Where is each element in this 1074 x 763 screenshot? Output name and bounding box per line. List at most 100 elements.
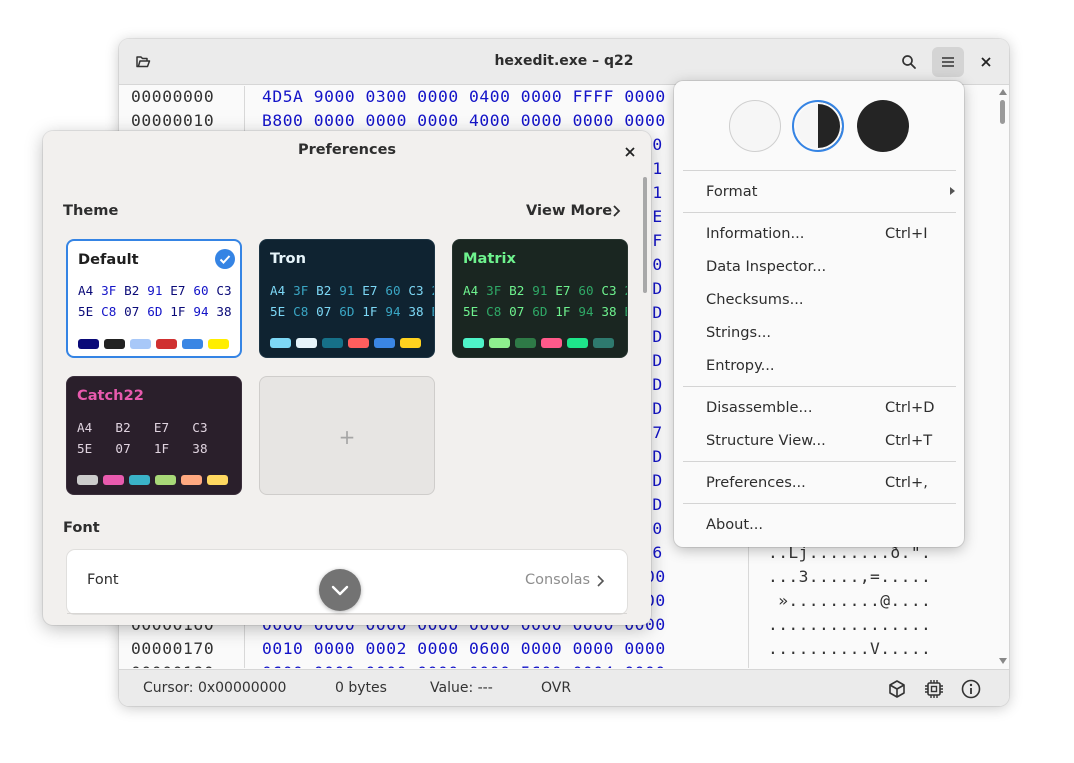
hex-byte: C8: [486, 304, 502, 319]
close-icon[interactable]: [620, 142, 640, 162]
hex-byte: 2A: [624, 283, 627, 298]
theme-card-catch22[interactable]: Catch22 A4 B2 E7 C3 5E 07 1F 38: [66, 376, 242, 495]
chevron-right-icon[interactable]: [610, 204, 622, 218]
color-swatch: [182, 339, 203, 349]
search-button[interactable]: [893, 47, 925, 77]
ascii-row[interactable]: ................: [768, 615, 931, 634]
theme-light-button[interactable]: [729, 100, 781, 152]
hex-byte: 38: [408, 304, 424, 319]
preferences-scroll-thumb[interactable]: [643, 177, 647, 293]
color-swatch: [541, 338, 562, 348]
ascii-row[interactable]: ».........@....: [768, 591, 931, 610]
view-more-link[interactable]: View More: [526, 202, 612, 219]
cursor-status: Cursor: 0x00000000: [143, 680, 287, 696]
color-swatch: [270, 338, 291, 348]
hex-byte: BB: [624, 304, 627, 319]
menu-item-data-inspector[interactable]: Data Inspector...: [706, 258, 826, 275]
hex-byte: 91: [532, 283, 548, 298]
hex-byte: E7: [153, 420, 170, 435]
shortcut-preferences: Ctrl+,: [885, 474, 928, 491]
hex-byte: C3: [216, 283, 232, 298]
vertical-scrollbar[interactable]: [996, 86, 1009, 668]
menu-item-strings[interactable]: Strings...: [706, 324, 771, 341]
color-swatch: [155, 475, 176, 485]
hex-byte: 3F: [293, 283, 309, 298]
cube-icon[interactable]: [886, 678, 908, 700]
hex-byte: 60: [385, 283, 401, 298]
menu-item-disassemble[interactable]: Disassemble...: [706, 399, 812, 416]
menu-item-preferences[interactable]: Preferences...: [706, 474, 806, 491]
hex-byte: A4: [463, 283, 479, 298]
menu-separator: [683, 212, 956, 213]
menu-separator: [683, 170, 956, 171]
hex-byte: 5E: [270, 304, 286, 319]
hex-byte: 2A: [239, 283, 240, 298]
ascii-row[interactable]: ...3.....,=.....: [768, 567, 931, 586]
hex-byte: C8: [101, 304, 117, 319]
hex-byte: 38: [601, 304, 617, 319]
add-theme-button[interactable]: +: [259, 376, 435, 495]
color-swatch: [78, 339, 99, 349]
bytes-status: 0 bytes: [335, 680, 387, 696]
theme-card-tron[interactable]: Tron A4 3F B2 91 E7 60 C3 2A 5E C8 07 6D…: [259, 239, 435, 358]
menu-item-structure-view[interactable]: Structure View...: [706, 432, 826, 449]
info-icon[interactable]: [960, 678, 982, 700]
menu-item-checksums[interactable]: Checksums...: [706, 291, 803, 308]
color-swatch: [156, 339, 177, 349]
color-swatch: [322, 338, 343, 348]
theme-sample-line-2: 5E C8 07 6D 1F 94 38 BB: [270, 304, 434, 319]
theme-sample-line-2: 5E C8 07 6D 1F 94 38 BB: [78, 304, 240, 319]
menu-item-entropy[interactable]: Entropy...: [706, 357, 775, 374]
theme-auto-button[interactable]: [792, 100, 844, 152]
hex-row[interactable]: 0600 0000 0000 0000 0000 5600 0004 0000: [262, 663, 666, 668]
color-swatch: [77, 475, 98, 485]
ascii-row[interactable]: ..........V.....: [768, 639, 931, 658]
color-swatch: [463, 338, 484, 348]
hex-byte: 1F: [170, 304, 186, 319]
scroll-down-arrow[interactable]: [999, 658, 1007, 664]
menu-separator: [683, 386, 956, 387]
menu-item-information[interactable]: Information...: [706, 225, 804, 242]
theme-card-default[interactable]: Default A4 3F B2 91 E7 60 C3 2A 5E C8 07…: [66, 239, 242, 358]
hex-byte: 07: [124, 304, 140, 319]
theme-card-matrix[interactable]: Matrix A4 3F B2 91 E7 60 C3 2A 5E C8 07 …: [452, 239, 628, 358]
close-window-button[interactable]: [970, 47, 1002, 77]
hex-byte: 60: [578, 283, 594, 298]
font-section-title: Font: [63, 519, 100, 536]
scroll-thumb[interactable]: [1000, 100, 1005, 124]
hex-byte: 6D: [147, 304, 163, 319]
status-bar: Cursor: 0x00000000 0 bytes Value: --- OV…: [119, 669, 1009, 706]
color-swatch: [207, 475, 228, 485]
theme-dark-button[interactable]: [857, 100, 909, 152]
color-swatch: [567, 338, 588, 348]
hex-byte: 91: [339, 283, 355, 298]
hex-byte: 07: [316, 304, 332, 319]
hex-byte: 1F: [362, 304, 378, 319]
offset-cell: 00000180: [131, 663, 214, 668]
hex-byte: 1F: [153, 441, 170, 456]
theme-card-name: Tron: [270, 250, 306, 267]
hex-byte: 3F: [486, 283, 502, 298]
hex-row[interactable]: 4D5A 9000 0300 0000 0400 0000 FFFF 0000: [262, 87, 666, 106]
preferences-header: Preferences: [43, 131, 651, 173]
menu-item-format[interactable]: Format: [706, 183, 757, 200]
scroll-up-arrow[interactable]: [999, 89, 1007, 95]
hex-byte: C3: [601, 283, 617, 298]
offset-cell: 00000170: [131, 639, 215, 658]
theme-sample-line-2: 5E 07 1F 38: [77, 441, 208, 456]
main-menu-button[interactable]: [932, 47, 964, 77]
color-swatch: [104, 339, 125, 349]
mode-status[interactable]: OVR: [541, 680, 571, 696]
window-title: hexedit.exe – q22: [494, 53, 634, 69]
chevron-down-icon: [331, 585, 349, 596]
theme-card-name: Matrix: [463, 250, 516, 267]
hex-row[interactable]: 0010 0000 0002 0000 0600 0000 0000 0000: [262, 639, 666, 658]
hex-byte: E7: [555, 283, 571, 298]
close-icon: [981, 57, 991, 67]
hex-byte: B2: [115, 420, 131, 435]
menu-item-about[interactable]: About...: [706, 516, 763, 533]
chip-icon[interactable]: [923, 678, 945, 700]
scroll-down-button[interactable]: [319, 569, 361, 611]
hex-row[interactable]: B800 0000 0000 0000 4000 0000 0000 0000: [262, 111, 666, 130]
search-icon: [902, 55, 916, 69]
